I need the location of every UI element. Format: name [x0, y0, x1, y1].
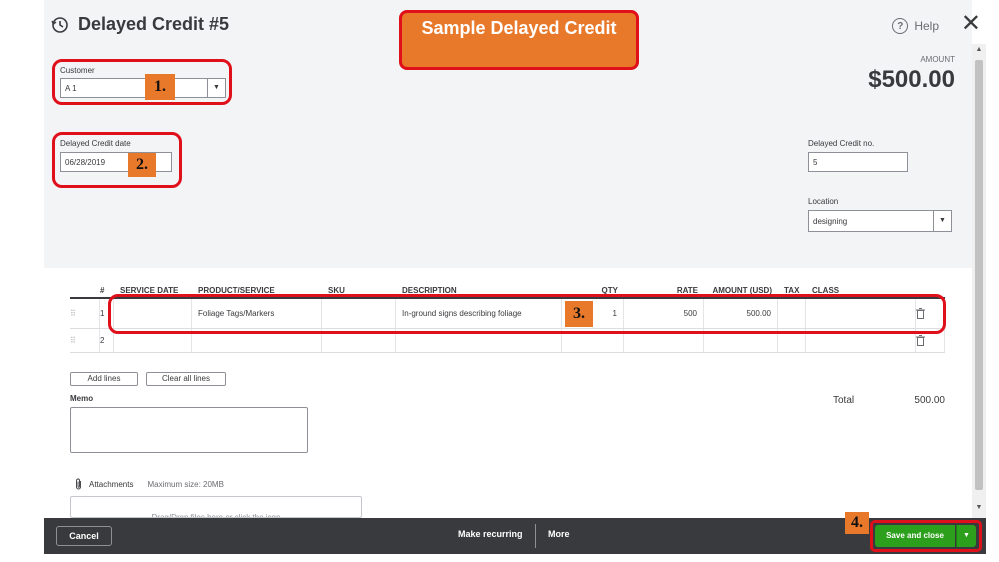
- drag-handle-icon[interactable]: ⠿: [70, 299, 100, 328]
- step-2-tag: 2.: [128, 153, 156, 177]
- location-value: designing: [813, 217, 848, 226]
- amount-value: $500.00: [868, 66, 955, 93]
- help-icon: ?: [892, 18, 909, 34]
- save-and-close-button[interactable]: Save and close: [875, 525, 955, 547]
- drag-handle-icon[interactable]: ⠿: [70, 329, 100, 352]
- chevron-down-icon[interactable]: ▼: [207, 79, 225, 97]
- attachments-label: Attachments: [89, 479, 134, 489]
- credit-no-label: Delayed Credit no.: [808, 139, 875, 148]
- page-title-text: Delayed Credit #5: [78, 14, 230, 34]
- step-3-highlight: [108, 294, 946, 334]
- footer-divider: [535, 524, 536, 548]
- attachments-drop-zone[interactable]: Drag/Drop files here or click the icon: [70, 496, 362, 518]
- scroll-up-icon[interactable]: ▲: [972, 46, 986, 58]
- credit-no-input[interactable]: 5: [808, 152, 908, 172]
- sample-callout: Sample Delayed Credit: [399, 10, 639, 70]
- more-link[interactable]: More: [548, 529, 570, 539]
- memo-textarea[interactable]: [70, 407, 308, 453]
- history-icon[interactable]: [50, 15, 70, 35]
- cancel-button[interactable]: Cancel: [56, 526, 112, 546]
- clear-all-lines-button[interactable]: Clear all lines: [146, 372, 226, 386]
- step-3-tag: 3.: [565, 301, 593, 327]
- paperclip-icon[interactable]: [74, 478, 83, 490]
- step-1-tag: 1.: [145, 74, 175, 100]
- add-lines-button[interactable]: Add lines: [70, 372, 138, 386]
- attachments-max-size: Maximum size: 20MB: [147, 479, 224, 489]
- help-label: Help: [914, 19, 939, 33]
- page-title: Delayed Credit #5: [50, 14, 229, 35]
- total-label: Total: [833, 395, 855, 406]
- chevron-down-icon[interactable]: ▼: [933, 211, 951, 231]
- chevron-down-icon[interactable]: ▼: [956, 525, 976, 547]
- customer-select[interactable]: A 1 ▼: [60, 78, 226, 98]
- scroll-thumb[interactable]: [975, 60, 983, 490]
- location-select[interactable]: designing ▼: [808, 210, 952, 232]
- close-icon[interactable]: ✕: [961, 12, 981, 36]
- step-4-tag: 4.: [845, 512, 869, 534]
- scroll-down-icon[interactable]: ▼: [972, 504, 986, 516]
- credit-date-label: Delayed Credit date: [60, 139, 131, 148]
- grip-header: [70, 283, 100, 297]
- amount-label: AMOUNT: [920, 55, 955, 64]
- make-recurring-link[interactable]: Make recurring: [458, 529, 523, 539]
- attachments-row: Attachments Maximum size: 20MB: [74, 478, 224, 490]
- customer-label: Customer: [60, 66, 95, 75]
- memo-label: Memo: [70, 394, 94, 403]
- vertical-scrollbar[interactable]: ▲ ▼: [972, 44, 986, 518]
- customer-value: A 1: [65, 84, 77, 93]
- location-label: Location: [808, 197, 839, 206]
- help-button[interactable]: ? Help: [892, 18, 939, 34]
- total-value: 500.00: [914, 395, 945, 406]
